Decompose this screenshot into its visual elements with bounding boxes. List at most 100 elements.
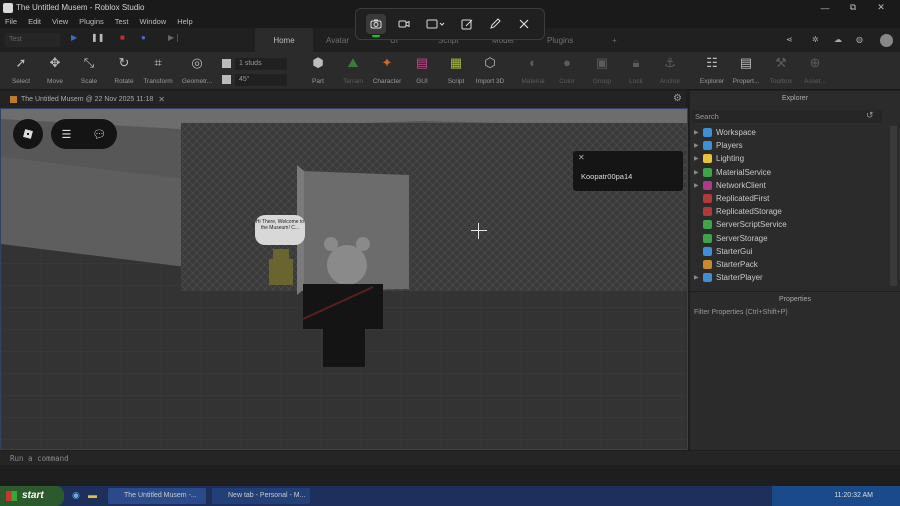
notifications-icon[interactable]: ◍ <box>856 35 863 44</box>
tab-plugins[interactable]: Plugins <box>547 28 573 52</box>
move-snap-field[interactable]: 1 studs <box>235 57 287 70</box>
group-tool[interactable]: ▣ Group <box>585 55 619 85</box>
avatar[interactable] <box>880 34 893 47</box>
camera-icon[interactable] <box>366 14 387 37</box>
lock-icon: 🔒︎ <box>632 55 640 70</box>
rotate-tool[interactable]: ↻ Rotate <box>107 55 141 85</box>
scale-tool[interactable]: ⤡ Scale <box>72 55 106 85</box>
video-icon[interactable] <box>394 14 414 34</box>
close-icon[interactable] <box>514 14 534 34</box>
share-icon[interactable]: ⋖ <box>786 35 793 44</box>
stop-icon[interactable]: ■ <box>120 33 125 42</box>
document-tab[interactable]: The Untitled Musem @ 22 Nov 2025 11:18 <box>21 96 153 103</box>
snipping-toolbar <box>355 8 545 40</box>
tree-item-workspace[interactable]: ▶ Workspace <box>694 126 884 139</box>
player-list: ✕ Koopatr00pa14 <box>573 151 683 191</box>
tree-item-serverstorage[interactable]: ServerStorage <box>694 232 884 245</box>
pause-icon[interactable]: ❚❚ <box>91 33 104 42</box>
explorer-search-input[interactable]: Search <box>692 110 882 123</box>
anchor-icon: ⚓︎ <box>664 55 676 70</box>
rotate-snap-checkbox[interactable] <box>222 75 231 84</box>
command-bar-input[interactable]: Run a command <box>0 451 900 465</box>
collaborate-icon[interactable]: ✲ <box>812 35 819 44</box>
play-icon[interactable]: ▶ <box>71 33 77 42</box>
menu-window[interactable]: Window <box>140 17 167 26</box>
transform-tool[interactable]: ⌗ Transform <box>141 55 175 85</box>
tree-item-starterpack[interactable]: StarterPack <box>694 258 884 271</box>
roblox-studio-icon <box>3 2 13 13</box>
terrain-tool[interactable]: ⛰ Terrain <box>336 55 370 85</box>
properties-icon: ▤ <box>739 55 753 70</box>
close-tab-icon[interactable]: ✕ <box>158 95 165 104</box>
move-tool[interactable]: ✥ Move <box>38 55 72 85</box>
minimize-button[interactable]: — <box>810 0 840 15</box>
roblox-menu-button[interactable] <box>13 119 43 149</box>
server-storage-icon <box>703 233 712 243</box>
anchor-tool[interactable]: ⚓︎ Anchor <box>653 55 687 85</box>
cloud-icon[interactable]: ☁ <box>834 35 842 44</box>
filter-properties-input[interactable]: Filter Properties (Ctrl+Shift+P) <box>694 309 788 316</box>
folder-quicklaunch-icon[interactable]: ▬ <box>88 490 97 500</box>
color-icon: ● <box>563 55 571 70</box>
character-tool[interactable]: ✦ Character <box>370 55 404 85</box>
window-title: The Untitled Musem - Roblox Studio <box>16 3 145 12</box>
part-tool[interactable]: ⬢ Part <box>301 55 335 85</box>
tab-home[interactable]: Home <box>255 28 313 52</box>
move-snap-checkbox[interactable] <box>222 59 231 68</box>
tree-item-players[interactable]: ▶ Players <box>694 139 884 152</box>
hamburger-menu-icon[interactable]: ☰ <box>62 128 72 141</box>
tree-item-networkclient[interactable]: ▶ NetworkClient <box>694 179 884 192</box>
replicated-storage-icon <box>703 207 712 217</box>
tree-item-replicatedstorage[interactable]: ReplicatedStorage <box>694 205 884 218</box>
test-mode-selector[interactable]: Test <box>5 33 60 47</box>
game-viewport[interactable]: ☰ 💬︎ ✕ Koopatr00pa14 Hi There, Welcome t… <box>0 108 688 450</box>
restore-button[interactable]: ⧉ <box>838 0 868 15</box>
edit-image-icon[interactable] <box>457 14 477 34</box>
viewport-settings-icon[interactable]: ⚙ <box>673 93 682 104</box>
rectangle-mode-icon[interactable] <box>423 14 449 34</box>
gui-tool[interactable]: ▤ GUI <box>405 55 439 85</box>
tree-item-serverscriptservice[interactable]: ServerScriptService <box>694 218 884 231</box>
material-tool[interactable]: ◐ Material <box>516 55 550 85</box>
script-tool[interactable]: ▦ Script <box>439 55 473 85</box>
menu-edit[interactable]: Edit <box>28 17 41 26</box>
material-icon: ◐ <box>529 55 537 70</box>
clock[interactable]: 11:20:32 AM <box>834 492 873 499</box>
server-icon[interactable]: ● <box>141 33 146 42</box>
explorer-tool[interactable]: ☷ Explorer <box>695 55 729 85</box>
tree-item-lighting[interactable]: ▶ Lighting <box>694 152 884 165</box>
geometry-tool[interactable]: ◎ Geometr... <box>180 55 214 85</box>
menu-file[interactable]: File <box>5 17 17 26</box>
history-icon[interactable]: ↺ <box>866 110 874 121</box>
close-player-list-icon[interactable]: ✕ <box>578 153 585 162</box>
import-3d-tool[interactable]: ⬡ Import 3D <box>473 55 507 85</box>
menu-plugins[interactable]: Plugins <box>79 17 104 26</box>
step-icon[interactable]: ▶❘ <box>168 33 181 42</box>
rotate-snap-field[interactable]: 45° <box>235 73 287 86</box>
asset-manager-tool[interactable]: ⊕ Asset... <box>798 55 832 85</box>
color-tool[interactable]: ● Color <box>550 55 584 85</box>
toolbox-tool[interactable]: ⚒︎ Toolbox <box>764 55 798 85</box>
add-tab-button[interactable]: + <box>612 28 617 52</box>
properties-tool[interactable]: ▤ Propert... <box>729 55 763 85</box>
tree-item-starterplayer[interactable]: ▶ StarterPlayer <box>694 271 884 284</box>
tab-avatar[interactable]: Avatar <box>326 28 349 52</box>
explorer-scrollbar[interactable] <box>890 126 897 286</box>
menu-view[interactable]: View <box>52 17 68 26</box>
start-button[interactable]: start <box>0 486 64 506</box>
chat-icon[interactable]: 💬︎ <box>92 128 106 141</box>
select-tool[interactable]: ➚ Select <box>4 55 38 85</box>
taskbar-item-roblox-studio[interactable]: The Untitled Musem -... <box>108 488 206 504</box>
browser-quicklaunch-icon[interactable]: ◉ <box>72 490 80 501</box>
pen-icon[interactable] <box>485 14 505 34</box>
tree-item-replicatedfirst[interactable]: ReplicatedFirst <box>694 192 884 205</box>
lock-tool[interactable]: 🔒︎ Lock <box>619 55 653 85</box>
player-name[interactable]: Koopatr00pa14 <box>581 172 632 181</box>
taskbar-item-browser[interactable]: New tab - Personal - M... <box>212 488 310 504</box>
starter-pack-icon <box>703 259 712 269</box>
menu-test[interactable]: Test <box>115 17 129 26</box>
menu-help[interactable]: Help <box>177 17 192 26</box>
tree-item-materialservice[interactable]: ▶ MaterialService <box>694 166 884 179</box>
tree-item-startergui[interactable]: StarterGui <box>694 245 884 258</box>
close-window-button[interactable]: ✕ <box>866 0 896 15</box>
